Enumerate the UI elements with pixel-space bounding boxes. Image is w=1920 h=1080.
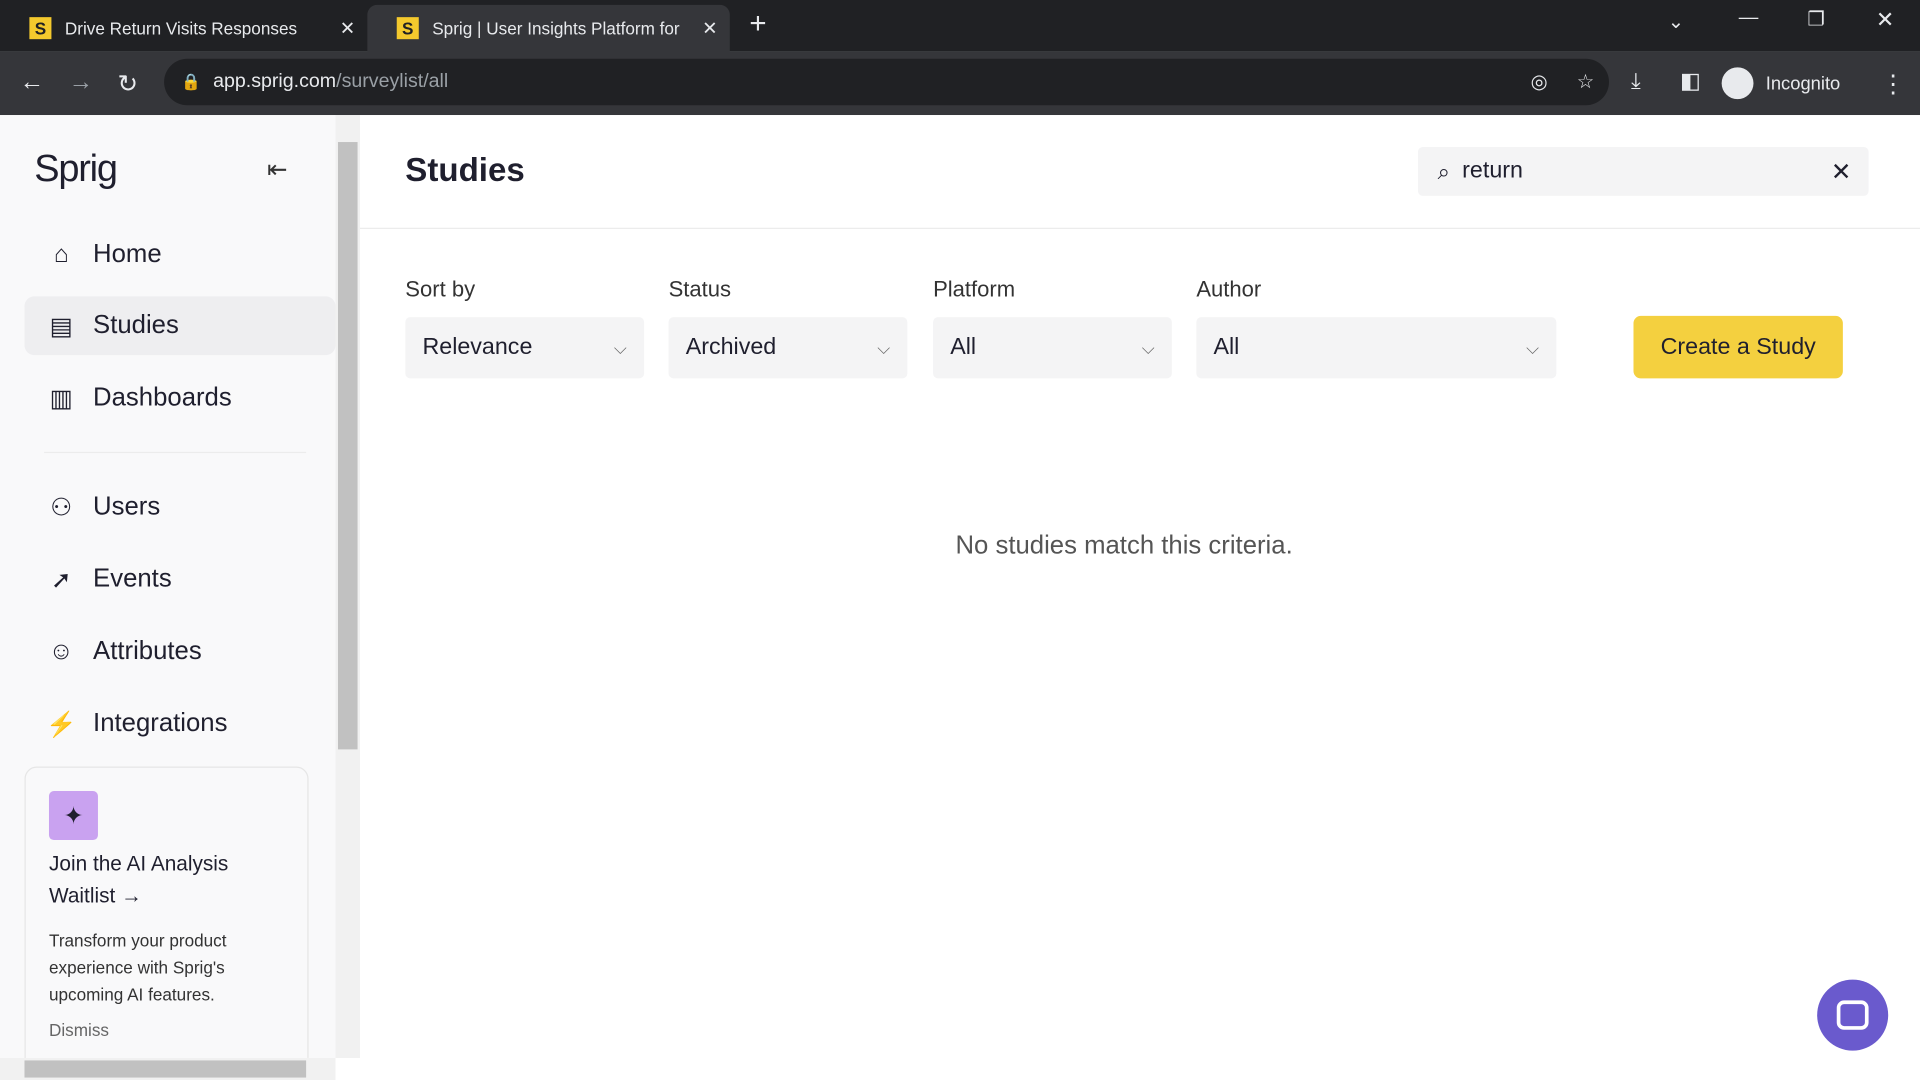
url-path: /surveylist/all bbox=[336, 71, 449, 92]
author-select[interactable]: All ⌵ bbox=[1196, 317, 1557, 379]
reload-icon[interactable]: ↻ bbox=[118, 69, 139, 100]
sidebar-item-users[interactable]: ⚇ Users bbox=[24, 478, 335, 537]
browser-tab[interactable]: S Drive Return Visits Responses ✕ bbox=[0, 5, 367, 52]
new-tab-icon[interactable]: + bbox=[749, 7, 766, 41]
bookmark-star-icon[interactable]: ☆ bbox=[1577, 70, 1595, 94]
close-window-icon[interactable]: ✕ bbox=[1876, 7, 1894, 33]
filter-label: Sort by bbox=[405, 276, 476, 302]
ai-sparkle-icon: ✦ bbox=[48, 791, 98, 841]
incognito-icon bbox=[1721, 67, 1754, 100]
page-header: Studies ⌕ return ✕ bbox=[360, 115, 1920, 229]
download-icon[interactable]: ⤓ bbox=[1631, 69, 1641, 95]
chevron-down-icon: ⌵ bbox=[1526, 337, 1540, 357]
ai-waitlist-link[interactable]: Join the AI Analysis Waitlist → bbox=[49, 849, 294, 913]
sprig-favicon-icon: S bbox=[396, 17, 419, 40]
sidebar-item-label: Integrations bbox=[93, 708, 228, 738]
home-icon: ⌂ bbox=[53, 240, 69, 268]
sidebar: Sprig ⇤ ⌂ Home ▤ Studies ▥ Dashboards ⚇ User… bbox=[0, 115, 336, 1073]
chat-launcher-button[interactable] bbox=[1817, 979, 1889, 1051]
sprig-logo: Sprig bbox=[34, 146, 118, 190]
scrollbar-thumb[interactable] bbox=[24, 1060, 307, 1078]
sidebar-item-label: Home bbox=[93, 240, 162, 269]
lock-icon: 🔒 bbox=[181, 72, 202, 91]
sidebar-item-label: Dashboards bbox=[93, 383, 232, 412]
dismiss-button[interactable]: Dismiss bbox=[49, 1020, 109, 1040]
studies-icon: ▤ bbox=[49, 312, 73, 340]
search-input[interactable]: ⌕ return ✕ bbox=[1417, 146, 1869, 196]
sidebar-scrollbar[interactable] bbox=[335, 115, 361, 1058]
sidebar-item-events[interactable]: ➚ Events bbox=[24, 550, 335, 609]
main-content: Studies ⌕ return ✕ Sort by Relevance ⌵ Stat… bbox=[360, 115, 1920, 1080]
incognito-profile[interactable]: Incognito bbox=[1721, 64, 1857, 103]
minimize-icon[interactable]: — bbox=[1739, 7, 1759, 29]
select-value: All bbox=[950, 334, 977, 361]
sidebar-item-dashboards[interactable]: ▥ Dashboards bbox=[24, 369, 335, 428]
tab-title: Sprig | User Insights Platform for bbox=[432, 18, 680, 38]
attributes-icon: ☺ bbox=[48, 637, 74, 665]
browser-tab-active[interactable]: S Sprig | User Insights Platform for ✕ bbox=[367, 4, 730, 52]
browser-tab-bar: S Drive Return Visits Responses ✕ S Sprig |… bbox=[0, 0, 1920, 52]
sidebar-item-label: Studies bbox=[93, 311, 179, 340]
address-bar[interactable]: 🔒 app.sprig.com/surveylist/all ◎ ☆ bbox=[164, 58, 1609, 106]
filter-label: Status bbox=[668, 276, 732, 302]
collapse-sidebar-icon[interactable]: ⇤ bbox=[267, 154, 288, 185]
sidebar-horizontal-scrollbar[interactable] bbox=[0, 1057, 336, 1080]
sidebar-item-label: Events bbox=[93, 564, 172, 593]
back-icon[interactable]: ← bbox=[20, 69, 44, 97]
sidebar-item-studies[interactable]: ▤ Studies bbox=[24, 296, 336, 356]
forward-icon[interactable]: → bbox=[69, 69, 93, 97]
restore-icon[interactable]: ❐ bbox=[1807, 7, 1825, 31]
sort-by-select[interactable]: Relevance ⌵ bbox=[405, 317, 645, 379]
events-icon: ➚ bbox=[50, 566, 72, 594]
filter-label: Platform bbox=[933, 276, 1016, 302]
profile-label: Incognito bbox=[1765, 72, 1841, 94]
filter-label: Author bbox=[1196, 276, 1262, 302]
sidebar-item-label: Attributes bbox=[93, 636, 202, 665]
sidebar-item-integrations[interactable]: ⚡ Integrations bbox=[24, 694, 335, 753]
clear-search-icon[interactable]: ✕ bbox=[1831, 156, 1852, 187]
chevron-down-icon: ⌵ bbox=[613, 337, 627, 357]
select-value: All bbox=[1213, 334, 1240, 361]
ai-waitlist-description: Transform your product experience with S… bbox=[48, 930, 227, 1005]
side-panel-icon[interactable]: ◧ bbox=[1680, 69, 1701, 95]
main-scrollbar[interactable] bbox=[1895, 228, 1920, 1080]
chevron-down-icon: ⌵ bbox=[1141, 337, 1155, 357]
integrations-icon: ⚡ bbox=[45, 710, 77, 738]
sidebar-item-label: Users bbox=[93, 492, 161, 521]
platform-select[interactable]: All ⌵ bbox=[933, 317, 1172, 379]
ai-waitlist-card: ✦ Join the AI Analysis Waitlist → Transf… bbox=[24, 766, 309, 1073]
sprig-favicon-icon: S bbox=[29, 17, 52, 40]
page-title: Studies bbox=[405, 151, 525, 189]
scrollbar-thumb[interactable] bbox=[337, 142, 358, 750]
select-value: Archived bbox=[685, 334, 777, 361]
search-icon: ⌕ bbox=[1437, 158, 1450, 184]
users-icon: ⚇ bbox=[50, 494, 73, 522]
select-value: Relevance bbox=[422, 334, 533, 361]
sidebar-item-home[interactable]: ⌂ Home bbox=[24, 225, 335, 284]
menu-icon[interactable]: ⋮ bbox=[1881, 69, 1905, 100]
close-tab-icon[interactable]: ✕ bbox=[340, 17, 355, 39]
dashboards-icon: ▥ bbox=[49, 385, 73, 413]
close-tab-icon[interactable]: ✕ bbox=[702, 17, 717, 39]
empty-state-message: No studies match this criteria. bbox=[955, 531, 1293, 560]
tab-title: Drive Return Visits Responses bbox=[64, 18, 298, 38]
url-host: app.sprig.com bbox=[213, 71, 337, 92]
search-value: return bbox=[1462, 157, 1523, 184]
tab-search-icon[interactable]: ⌄ bbox=[1668, 10, 1684, 34]
status-select[interactable]: Archived ⌵ bbox=[668, 317, 908, 379]
create-study-button[interactable]: Create a Study bbox=[1633, 315, 1843, 379]
chevron-down-icon: ⌵ bbox=[877, 337, 891, 357]
eye-off-icon[interactable]: ◎ bbox=[1531, 70, 1548, 94]
browser-toolbar: ← → ↻ 🔒 app.sprig.com/surveylist/all ◎ ☆… bbox=[0, 51, 1920, 116]
chat-icon bbox=[1836, 1000, 1869, 1030]
sidebar-item-attributes[interactable]: ☺ Attributes bbox=[24, 622, 335, 681]
divider bbox=[44, 451, 307, 454]
